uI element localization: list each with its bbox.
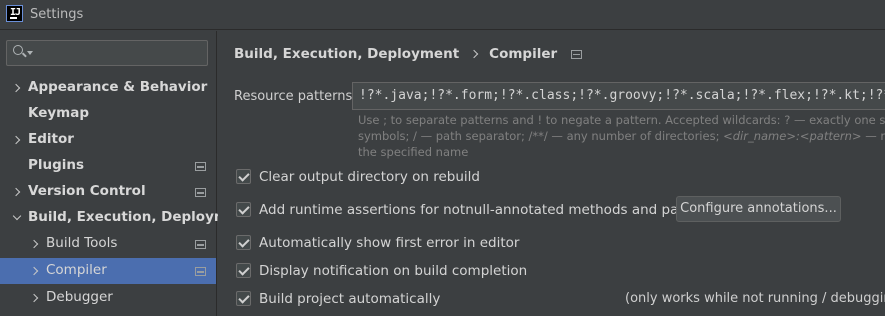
search-input[interactable] bbox=[35, 43, 205, 63]
checkbox-label[interactable]: Automatically show first error in editor bbox=[259, 235, 519, 251]
sidebar-item-label: Compiler bbox=[46, 262, 107, 278]
chevron-right-icon[interactable] bbox=[12, 83, 22, 93]
resource-patterns-field[interactable]: !?*.java;!?*.form;!?*.class;!?*.groovy;!… bbox=[352, 82, 885, 110]
checkbox-label[interactable]: Build project automatically bbox=[259, 291, 440, 307]
settings-sidebar: Appearance & Behavior Keymap Editor Plug… bbox=[0, 31, 253, 316]
search-field[interactable] bbox=[6, 40, 208, 66]
intellij-idea-icon: IJ bbox=[6, 5, 23, 22]
checkbox-label[interactable]: Clear output directory on rebuild bbox=[259, 169, 480, 185]
sidebar-item-label: Build Tools bbox=[46, 235, 118, 251]
chevron-right-icon[interactable] bbox=[12, 135, 22, 145]
sidebar-item-plugins[interactable]: Plugins bbox=[0, 153, 216, 179]
project-settings-icon bbox=[195, 267, 206, 276]
hint-dir-pattern: <dir_name>:<pattern> bbox=[723, 129, 862, 143]
resource-patterns-hint-line-2: symbols; / — path separator; /**/ — any … bbox=[358, 129, 885, 143]
hint-text: symbols; / — path separator; /**/ — any … bbox=[358, 129, 724, 143]
chevron-right-icon bbox=[469, 49, 479, 59]
sidebar-item-keymap[interactable]: Keymap bbox=[0, 101, 216, 127]
sidebar-item-appearance-behavior[interactable]: Appearance & Behavior bbox=[0, 75, 216, 101]
project-settings-icon bbox=[195, 162, 206, 171]
window-title: Settings bbox=[30, 7, 84, 22]
clear-output-checkbox[interactable] bbox=[236, 169, 251, 184]
sidebar-item-build-execution-deployment[interactable]: Build, Execution, Deployment bbox=[0, 205, 253, 231]
sidebar-item-label: Version Control bbox=[28, 183, 146, 199]
checkbox-label[interactable]: Display notification on build completion bbox=[259, 263, 527, 279]
breadcrumb: Build, Execution, Deployment Compiler bbox=[234, 46, 583, 62]
search-history-dropdown-icon[interactable] bbox=[27, 51, 33, 55]
resource-patterns-hint-line-1: Use ; to separate patterns and ! to nega… bbox=[358, 113, 885, 127]
project-settings-icon bbox=[195, 240, 206, 249]
project-settings-icon bbox=[571, 49, 583, 59]
search-icon[interactable] bbox=[13, 45, 23, 55]
build-notification-checkbox[interactable] bbox=[236, 263, 251, 278]
sidebar-item-label: Appearance & Behavior bbox=[28, 79, 208, 95]
sidebar-item-debugger[interactable]: Debugger bbox=[0, 285, 216, 311]
sidebar-item-compiler[interactable]: Compiler bbox=[0, 258, 216, 284]
build-automatically-checkbox[interactable] bbox=[236, 291, 251, 306]
sidebar-item-editor[interactable]: Editor bbox=[0, 127, 216, 153]
show-first-error-checkbox[interactable] bbox=[236, 235, 251, 250]
sidebar-item-label: Debugger bbox=[46, 289, 113, 305]
chevron-right-icon[interactable] bbox=[12, 187, 22, 197]
chevron-down-icon[interactable] bbox=[12, 213, 22, 223]
runtime-assertions-checkbox[interactable] bbox=[236, 202, 251, 217]
chevron-right-icon[interactable] bbox=[30, 266, 40, 276]
configure-annotations-button[interactable]: Configure annotations... bbox=[676, 196, 841, 222]
title-bar: IJ Settings bbox=[0, 0, 885, 30]
chevron-right-icon[interactable] bbox=[30, 293, 40, 303]
resource-patterns-label: Resource patterns: bbox=[234, 89, 357, 104]
sidebar-item-label: Editor bbox=[28, 131, 74, 147]
sidebar-item-version-control[interactable]: Version Control bbox=[0, 179, 216, 205]
checkbox-label[interactable]: Add runtime assertions for notnull-annot… bbox=[259, 202, 740, 218]
chevron-right-icon[interactable] bbox=[30, 239, 40, 249]
breadcrumb-parent[interactable]: Build, Execution, Deployment bbox=[234, 46, 459, 62]
sidebar-item-build-tools[interactable]: Build Tools bbox=[0, 231, 216, 257]
sidebar-item-label: Keymap bbox=[28, 105, 90, 121]
project-settings-icon bbox=[195, 188, 206, 197]
sidebar-item-label: Plugins bbox=[28, 157, 85, 173]
resource-patterns-value[interactable]: !?*.java;!?*.form;!?*.class;!?*.groovy;!… bbox=[359, 88, 885, 103]
settings-content-panel: Build, Execution, Deployment Compiler Re… bbox=[218, 31, 885, 316]
hint-text: — restrict to source roots with bbox=[865, 129, 885, 143]
resource-patterns-hint-line-3: the specified name bbox=[358, 145, 469, 159]
auto-build-note: (only works while not running / debuggin… bbox=[625, 291, 885, 306]
breadcrumb-current: Compiler bbox=[489, 46, 558, 62]
